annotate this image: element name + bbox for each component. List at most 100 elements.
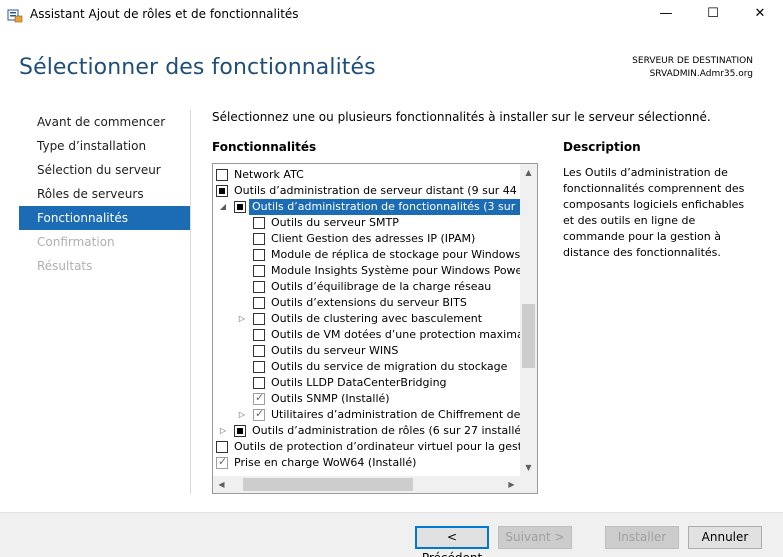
feature-label: Outils d’administration de rôles (6 sur … (252, 424, 520, 437)
feature-checkbox[interactable] (234, 201, 246, 213)
feature-tree-item[interactable]: Prise en charge WoW64 (Installé) (213, 455, 520, 471)
feature-label: Outils d’extensions du serveur BITS (271, 296, 467, 309)
nav-step-6: Confirmation (37, 235, 115, 249)
feature-label: Outils d’administration de fonctionnalit… (249, 199, 520, 215)
feature-label: Outils du serveur WINS (271, 344, 399, 357)
feature-tree-item[interactable]: Outils de VM dotées d’une protection max… (213, 327, 520, 343)
nav-step-2[interactable]: Type d’installation (19, 134, 190, 158)
vertical-scrollbar[interactable]: ▲ ▼ (520, 164, 537, 476)
feature-tree-item[interactable]: ▷ Utilitaires d’administration de Chiffre… (213, 407, 520, 423)
wizard-footer: < Précédent Suivant > Installer Annuler (0, 512, 783, 557)
feature-label: Outils de protection d’ordinateur virtue… (234, 440, 520, 453)
close-button[interactable]: ✕ (737, 0, 783, 30)
previous-button[interactable]: < Précédent (415, 526, 489, 557)
wizard-steps-nav: Avant de commencer Type d’installation Sél… (19, 110, 190, 278)
feature-label: Outils de VM dotées d’une protection max… (271, 328, 520, 341)
window-title: Assistant Ajout de rôles et de fonctionn… (30, 7, 299, 21)
title-bar: Assistant Ajout de rôles et de fonctionn… (0, 0, 783, 30)
scroll-left-arrow-icon[interactable]: ◀ (213, 476, 230, 493)
scroll-down-arrow-icon[interactable]: ▼ (520, 459, 537, 476)
feature-checkbox[interactable] (253, 391, 265, 405)
feature-tree-item[interactable]: Client Gestion des adresses IP (IPAM) (213, 231, 520, 247)
feature-checkbox[interactable] (216, 455, 228, 469)
feature-tree-item[interactable]: ◢ Outils d’administration de fonctionnali… (213, 199, 520, 215)
next-button[interactable]: Suivant > (498, 526, 572, 549)
feature-label: Outils de clustering avec basculement (271, 312, 483, 325)
feature-checkbox[interactable] (253, 377, 265, 389)
feature-tree-item[interactable]: Outils d’équilibrage de la charge réseau (213, 279, 520, 295)
feature-checkbox[interactable] (253, 361, 265, 373)
description-heading: Description (563, 140, 641, 154)
feature-checkbox[interactable] (253, 281, 265, 293)
feature-tree-item[interactable]: Outils du serveur WINS (213, 343, 520, 359)
feature-checkbox[interactable] (216, 169, 228, 181)
feature-checkbox[interactable] (253, 407, 265, 421)
feature-tree-item[interactable]: Outils d’administration de serveur dista… (213, 183, 520, 199)
feature-checkbox[interactable] (253, 265, 265, 277)
features-tree-list: Network ATC Outils d’administration de se… (213, 164, 520, 476)
feature-label: Outils du serveur SMTP (271, 216, 399, 229)
feature-label: Outils LLDP DataCenterBridging (271, 376, 447, 389)
wizard-window: Assistant Ajout de rôles et de fonctionn… (0, 0, 783, 557)
page-title: Sélectionner des fonctionnalités (19, 55, 376, 80)
feature-tree-item[interactable]: ▷ Outils d’administration de rôles (6 sur… (213, 423, 520, 439)
feature-tree-item[interactable]: Outils SNMP (Installé) (213, 391, 520, 407)
minimize-button[interactable]: — (643, 0, 689, 30)
feature-label: Utilitaires d’administration de Chiffrem… (271, 408, 520, 421)
feature-label: Module de réplica de stockage pour Windo… (271, 248, 520, 261)
feature-label: Outils SNMP (Installé) (271, 392, 390, 405)
tree-expanded-icon[interactable]: ◢ (218, 199, 228, 215)
horizontal-scroll-thumb[interactable] (243, 478, 413, 491)
feature-checkbox[interactable] (253, 345, 265, 357)
destination-server-name: SRVADMIN.Admr35.org (649, 69, 753, 79)
nav-step-1[interactable]: Avant de commencer (19, 110, 190, 134)
features-heading: Fonctionnalités (212, 140, 317, 154)
feature-label: Outils d’administration de serveur dista… (234, 184, 520, 197)
instruction-text: Sélectionnez une ou plusieurs fonctionna… (212, 110, 711, 124)
install-button[interactable]: Installer (605, 526, 679, 549)
feature-tree-item[interactable]: Outils de protection d’ordinateur virtue… (213, 439, 520, 455)
feature-tree-item[interactable]: Outils du serveur SMTP (213, 215, 520, 231)
feature-checkbox[interactable] (253, 217, 265, 229)
scroll-right-arrow-icon[interactable]: ▶ (503, 476, 520, 493)
feature-checkbox[interactable] (216, 185, 228, 197)
feature-label: Client Gestion des adresses IP (IPAM) (271, 232, 476, 245)
tree-collapsed-icon[interactable]: ▷ (237, 311, 247, 327)
maximize-button[interactable]: ☐ (690, 0, 736, 30)
feature-label: Prise en charge WoW64 (Installé) (234, 456, 417, 469)
feature-tree-item[interactable]: Outils LLDP DataCenterBridging (213, 375, 520, 391)
feature-checkbox[interactable] (253, 313, 265, 325)
tree-collapsed-icon[interactable]: ▷ (237, 407, 247, 423)
feature-checkbox[interactable] (253, 233, 265, 245)
feature-label: Module Insights Système pour Windows Pow… (271, 264, 520, 277)
feature-checkbox[interactable] (216, 441, 228, 453)
features-tree[interactable]: Network ATC Outils d’administration de se… (212, 163, 538, 494)
nav-step-5[interactable]: Fonctionnalités (19, 206, 190, 230)
horizontal-scrollbar[interactable]: ◀ ▶ (213, 476, 520, 493)
feature-tree-item[interactable]: Module de réplica de stockage pour Windo… (213, 247, 520, 263)
feature-tree-item[interactable]: Module Insights Système pour Windows Pow… (213, 263, 520, 279)
feature-checkbox[interactable] (253, 249, 265, 261)
nav-step-7: Résultats (37, 259, 93, 273)
feature-label: Network ATC (234, 168, 304, 181)
nav-divider (190, 110, 191, 494)
feature-checkbox[interactable] (234, 425, 246, 437)
feature-tree-item[interactable]: Outils du service de migration du stocka… (213, 359, 520, 375)
nav-step-3[interactable]: Sélection du serveur (19, 158, 190, 182)
vertical-scroll-thumb[interactable] (522, 304, 535, 368)
feature-checkbox[interactable] (253, 297, 265, 309)
feature-tree-item[interactable]: ▷ Outils de clustering avec basculement (213, 311, 520, 327)
feature-label: Outils du service de migration du stocka… (271, 360, 508, 373)
nav-step-4[interactable]: Rôles de serveurs (19, 182, 190, 206)
scroll-up-arrow-icon[interactable]: ▲ (520, 164, 537, 181)
feature-tree-item[interactable]: Network ATC (213, 167, 520, 183)
destination-server-label: SERVEUR DE DESTINATION (632, 56, 753, 66)
scrollbar-corner (520, 476, 537, 493)
feature-tree-item[interactable]: Outils d’extensions du serveur BITS (213, 295, 520, 311)
feature-checkbox[interactable] (253, 329, 265, 341)
tree-collapsed-icon[interactable]: ▷ (218, 423, 228, 439)
cancel-button[interactable]: Annuler (688, 526, 762, 549)
server-manager-icon (7, 9, 23, 23)
feature-label: Outils d’équilibrage de la charge réseau (271, 280, 492, 293)
description-text: Les Outils d’administration de fonctionn… (563, 166, 745, 259)
